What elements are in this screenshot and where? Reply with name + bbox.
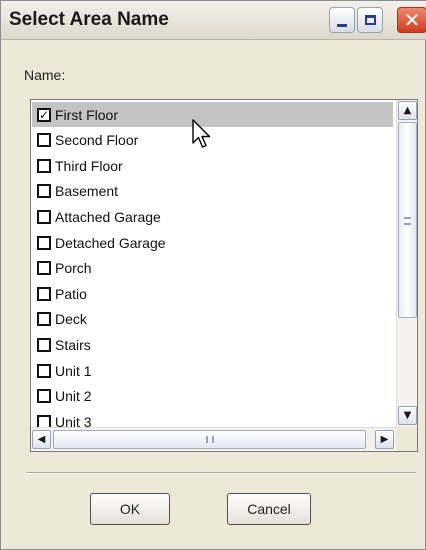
checkbox[interactable] <box>37 389 51 404</box>
checkbox[interactable] <box>37 133 51 148</box>
checkbox[interactable] <box>37 158 51 173</box>
chevron-right-icon: ▶ <box>380 434 389 445</box>
horizontal-scrollbar[interactable]: ◀ ▶ <box>31 427 396 451</box>
mouse-pointer-icon <box>192 119 211 148</box>
window-title: Select Area Name <box>9 9 169 30</box>
cancel-button[interactable]: Cancel <box>227 493 311 525</box>
scrollbar-corner <box>396 427 417 451</box>
list-item-label: Basement <box>55 183 119 200</box>
chevron-up-icon: ▲ <box>403 105 412 116</box>
checkbox[interactable] <box>37 235 51 250</box>
maximize-icon <box>364 15 376 25</box>
list-item[interactable]: Deck <box>32 307 393 332</box>
checkbox-checked[interactable]: ✓ <box>37 107 51 122</box>
horizontal-scroll-thumb[interactable] <box>53 430 366 449</box>
list-item[interactable]: Stairs <box>32 332 393 357</box>
list-item-label: Patio <box>55 285 87 302</box>
checkbox[interactable] <box>37 337 51 352</box>
list-item-label: Detached Garage <box>55 234 166 251</box>
list-item[interactable]: Detached Garage <box>32 230 393 255</box>
list-item-label: Third Floor <box>55 157 123 174</box>
maximize-button[interactable] <box>357 7 383 33</box>
list-item[interactable]: Basement <box>32 179 393 204</box>
list-item-label: Porch <box>55 260 92 277</box>
checkbox[interactable] <box>37 261 51 276</box>
minimize-button[interactable] <box>329 7 355 33</box>
list-item[interactable]: Third Floor <box>32 153 393 178</box>
area-name-listbox[interactable]: ✓ First Floor Second Floor Third Floor Basem… <box>30 99 418 452</box>
checkbox[interactable] <box>37 312 51 327</box>
scroll-down-button[interactable]: ▼ <box>398 406 417 425</box>
list-item-label: Second Floor <box>55 132 139 149</box>
vertical-scrollbar[interactable]: ▲ ▼ <box>396 100 417 427</box>
list-item-label: First Floor <box>55 106 118 123</box>
close-icon: ✕ <box>403 8 421 32</box>
list-item[interactable]: Patio <box>32 281 393 306</box>
grip-icon <box>206 436 214 443</box>
scroll-right-button[interactable]: ▶ <box>375 430 394 449</box>
checkmark-icon: ✓ <box>38 107 50 122</box>
chevron-left-icon: ◀ <box>37 434 46 445</box>
list-item[interactable]: Unit 3 <box>32 409 393 427</box>
list-item[interactable]: ✓ First Floor <box>32 102 393 127</box>
checkbox[interactable] <box>37 184 51 199</box>
scroll-left-button[interactable]: ◀ <box>32 430 51 449</box>
select-area-name-dialog: Select Area Name ✕ Name: ✓ First Floor Sec… <box>0 0 426 550</box>
minimize-icon <box>337 23 347 27</box>
area-list: ✓ First Floor Second Floor Third Floor Basem… <box>31 100 396 427</box>
checkbox[interactable] <box>37 414 51 427</box>
checkbox[interactable] <box>37 363 51 378</box>
list-item[interactable]: Porch <box>32 256 393 281</box>
list-item-label: Deck <box>55 311 87 328</box>
list-item-label: Unit 2 <box>55 388 92 405</box>
checkbox[interactable] <box>37 209 51 224</box>
list-item-label: Unit 1 <box>55 362 92 379</box>
close-button[interactable]: ✕ <box>397 7 426 33</box>
list-item[interactable]: Unit 1 <box>32 358 393 383</box>
list-item-label: Attached Garage <box>55 208 161 225</box>
grip-icon <box>404 217 411 225</box>
list-item[interactable]: Second Floor <box>32 128 393 153</box>
list-item-label: Stairs <box>55 336 91 353</box>
scroll-up-button[interactable]: ▲ <box>398 101 417 120</box>
list-item[interactable]: Attached Garage <box>32 204 393 229</box>
name-label: Name: <box>24 67 66 83</box>
chevron-down-icon: ▼ <box>403 410 412 421</box>
list-item[interactable]: Unit 2 <box>32 384 393 409</box>
checkbox[interactable] <box>37 286 51 301</box>
ok-button[interactable]: OK <box>90 493 170 525</box>
list-item-label: Unit 3 <box>55 413 92 427</box>
divider <box>26 472 416 474</box>
vertical-scroll-thumb[interactable] <box>398 122 417 318</box>
title-bar[interactable]: Select Area Name ✕ <box>1 1 426 40</box>
